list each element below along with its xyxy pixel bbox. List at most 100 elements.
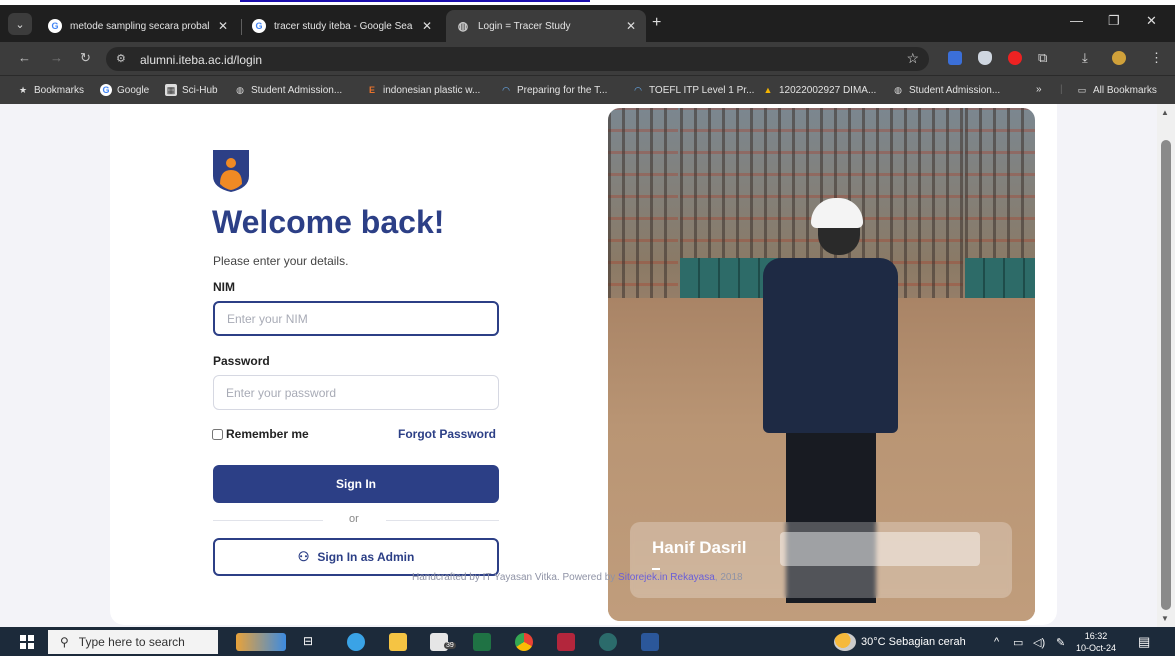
news-widget-icon[interactable] [236, 633, 286, 651]
weather-text[interactable]: 30°C Sebagian cerah [861, 636, 966, 648]
close-icon[interactable]: ✕ [218, 19, 228, 33]
bookmark-star-icon[interactable]: ☆ [906, 50, 919, 67]
notifications-icon[interactable]: ▤ [1138, 634, 1150, 650]
tab-login-tracer-study[interactable]: ◍ Login = Tracer Study ✕ [446, 10, 646, 42]
bookmark-separator: | [1060, 84, 1063, 95]
windows-start-icon[interactable] [20, 635, 34, 649]
tray-chevron-icon[interactable]: ^ [994, 636, 999, 648]
chrome-icon[interactable] [515, 633, 533, 651]
globe-icon: ◍ [457, 19, 469, 33]
battery-icon[interactable]: ▭ [1013, 636, 1023, 649]
scroll-thumb[interactable] [1161, 140, 1171, 610]
excel-icon[interactable] [473, 633, 491, 651]
remember-me-label: Remember me [226, 427, 309, 441]
sign-in-button[interactable]: Sign In [213, 465, 499, 503]
close-icon[interactable]: ✕ [422, 19, 432, 33]
tab-tracer-study-search[interactable]: G tracer study iteba - Google Sea ✕ [242, 10, 442, 42]
mail-badge: 39 [444, 642, 456, 649]
sign-in-admin-button[interactable]: ⚇ Sign In as Admin [213, 538, 499, 576]
tab-search-button[interactable]: ⌄ [8, 13, 32, 35]
extension-translate-icon[interactable] [948, 51, 962, 65]
bookmark-student-admission[interactable]: ◍ Student Admission... [234, 84, 342, 96]
menu-kebab-icon[interactable]: ⋮ [1150, 50, 1163, 66]
google-icon: G [48, 19, 62, 33]
scroll-up-icon[interactable]: ▲ [1161, 108, 1169, 117]
bookmarks-bar: ★ Bookmarks G Google ▦ Sci-Hub ◍ Student Adm… [0, 75, 1175, 104]
windows-taskbar: ⚲ Type here to search ⊟ 39 30°C Sebagian… [0, 627, 1175, 656]
iteba-logo-icon [213, 150, 249, 192]
browser-tab-strip: ⌄ G metode sampling secara probal ✕ G tr… [0, 5, 1175, 42]
site-settings-icon[interactable]: ⚙ [116, 52, 126, 65]
profile-avatar[interactable] [1112, 51, 1126, 65]
bookmark-bookmarks[interactable]: ★ Bookmarks [17, 84, 84, 96]
address-bar[interactable]: ⚙ alumni.iteba.ac.id/login ☆ [106, 47, 929, 71]
extension-record-icon[interactable] [1008, 51, 1022, 65]
maximize-icon[interactable]: ❐ [1108, 13, 1120, 29]
page-viewport: Welcome back! Please enter your details.… [0, 104, 1175, 627]
page-title: Welcome back! [212, 204, 445, 240]
pen-icon[interactable]: ✎ [1056, 636, 1065, 649]
task-view-icon[interactable]: ⊟ [303, 634, 321, 652]
extension-shield-icon[interactable] [978, 51, 992, 65]
scroll-down-icon[interactable]: ▼ [1161, 614, 1169, 623]
remember-me[interactable]: Remember me [212, 427, 309, 441]
globe-icon: ◍ [236, 84, 244, 95]
footer-credit: Handcrafted by IT Yayasan Vitka. Powered… [412, 572, 743, 583]
folder-icon: ▭ [1077, 84, 1087, 95]
testimonial-photo: Hanif Dasril [608, 108, 1035, 621]
sign-in-admin-label: Sign In as Admin [317, 550, 415, 564]
more-bookmarks[interactable]: » [1036, 84, 1042, 95]
page-scrollbar[interactable]: ▲ ▼ [1157, 104, 1175, 627]
minimize-icon[interactable]: — [1070, 13, 1083, 28]
copilot-icon[interactable] [347, 633, 365, 651]
or-divider-text: or [349, 513, 359, 525]
bookmark-student-admission-2[interactable]: ◍ Student Admission... [892, 84, 1000, 96]
taskbar-clock[interactable]: 16:32 10-Oct-24 [1076, 630, 1116, 654]
star-icon: ★ [18, 84, 28, 95]
page-subtitle: Please enter your details. [213, 254, 349, 268]
download-icon[interactable]: ⤓ [1082, 50, 1088, 66]
back-icon[interactable]: ← [18, 50, 31, 65]
globe-icon: ◍ [894, 84, 902, 95]
close-icon[interactable]: ✕ [626, 19, 636, 33]
footer-link[interactable]: Sitorejek.in Rekayasa [618, 572, 715, 583]
bookmark-indonesian-plastic[interactable]: Eindonesian plastic w... [366, 84, 480, 96]
taskbar-search[interactable]: ⚲ Type here to search [48, 630, 218, 654]
bookmark-dima[interactable]: ▲ 12022002927 DIMA... [762, 84, 877, 96]
word-icon[interactable] [641, 633, 659, 651]
volume-icon[interactable]: ◁) [1033, 636, 1045, 649]
divider-right [386, 520, 499, 521]
url-text: alumni.iteba.ac.id/login [140, 53, 263, 67]
testimonial-caption: Hanif Dasril [630, 522, 1012, 598]
bookmark-toefl[interactable]: ◠ TOEFL ITP Level 1 Pr... [632, 84, 754, 96]
link-underline[interactable] [240, 0, 590, 2]
all-bookmarks[interactable]: ▭ All Bookmarks [1076, 84, 1157, 96]
nim-input[interactable] [213, 301, 499, 336]
password-input[interactable] [213, 375, 499, 410]
reload-icon[interactable]: ↻ [80, 50, 91, 66]
loading-icon: ◠ [634, 84, 642, 95]
sci-hub-icon: ▦ [165, 84, 177, 96]
loading-icon: ◠ [502, 84, 510, 95]
app-icon[interactable] [599, 633, 617, 651]
redacted-block [780, 532, 980, 566]
caption-dash [652, 568, 660, 570]
file-explorer-icon[interactable] [389, 633, 407, 651]
remember-me-checkbox[interactable] [212, 428, 223, 440]
window-close-icon[interactable]: ✕ [1146, 13, 1157, 29]
extensions-puzzle-icon[interactable]: ⧉ [1038, 50, 1047, 66]
tab-title: tracer study iteba - Google Sea [274, 20, 413, 32]
bookmark-google[interactable]: G Google [100, 84, 149, 96]
forward-icon[interactable]: → [50, 50, 63, 65]
tab-metode-sampling[interactable]: G metode sampling secara probal ✕ [38, 10, 238, 42]
bookmark-preparing[interactable]: ◠ Preparing for the T... [500, 84, 607, 96]
testimonial-name: Hanif Dasril [652, 538, 747, 557]
clock-time: 16:32 [1084, 631, 1108, 641]
mendeley-icon[interactable] [557, 633, 575, 651]
weather-icon[interactable] [834, 633, 856, 651]
bookmark-sci-hub[interactable]: ▦ Sci-Hub [165, 84, 218, 96]
clock-date: 10-Oct-24 [1076, 643, 1117, 653]
forgot-password-link[interactable]: Forgot Password [398, 427, 496, 441]
new-tab-icon[interactable]: + [652, 14, 661, 32]
tab-title: Login = Tracer Study [478, 20, 571, 32]
